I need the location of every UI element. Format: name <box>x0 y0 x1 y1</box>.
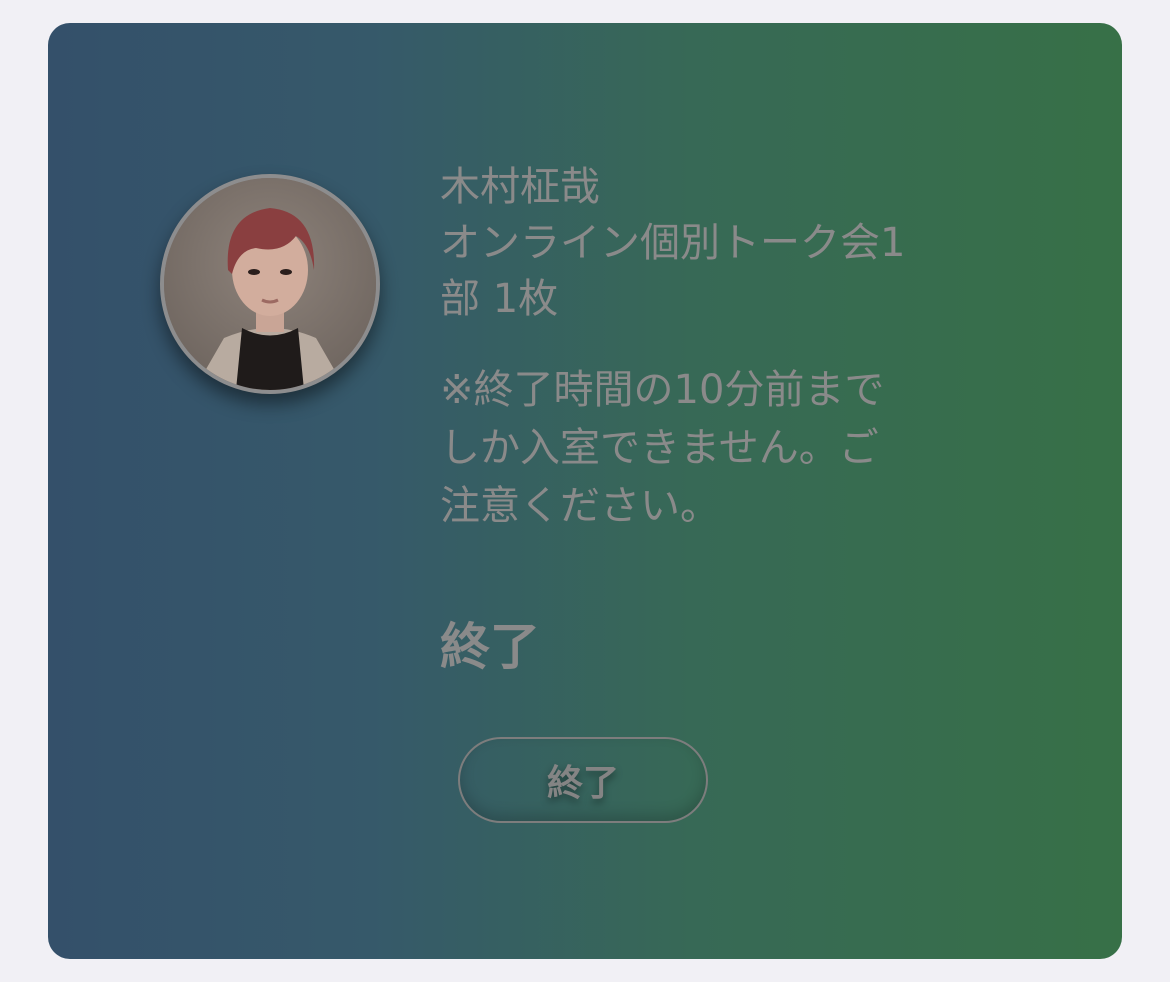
artist-name: 木村柾哉 <box>440 164 600 210</box>
artist-portrait-icon <box>164 178 376 390</box>
end-button[interactable]: 終了 <box>458 737 708 823</box>
event-title-line1: オンライン個別トーク会1 <box>440 220 906 266</box>
ticket-card: 木村柾哉 オンライン個別トーク会1 部 1枚 ※終了時間の10分前まで しか入室… <box>48 23 1122 959</box>
entry-notice: ※終了時間の10分前まで しか入室できません。ご 注意ください。 <box>440 361 1040 535</box>
notice-line1: ※終了時間の10分前まで <box>440 367 885 413</box>
notice-line3: 注意ください。 <box>440 483 720 529</box>
status-label: 終了 <box>440 618 540 676</box>
event-title-line2: 部 1枚 <box>440 276 559 322</box>
notice-line2: しか入室できません。ご <box>440 425 879 471</box>
artist-avatar <box>160 174 380 394</box>
event-info: 木村柾哉 オンライン個別トーク会1 部 1枚 ※終了時間の10分前まで しか入室… <box>440 159 1040 535</box>
